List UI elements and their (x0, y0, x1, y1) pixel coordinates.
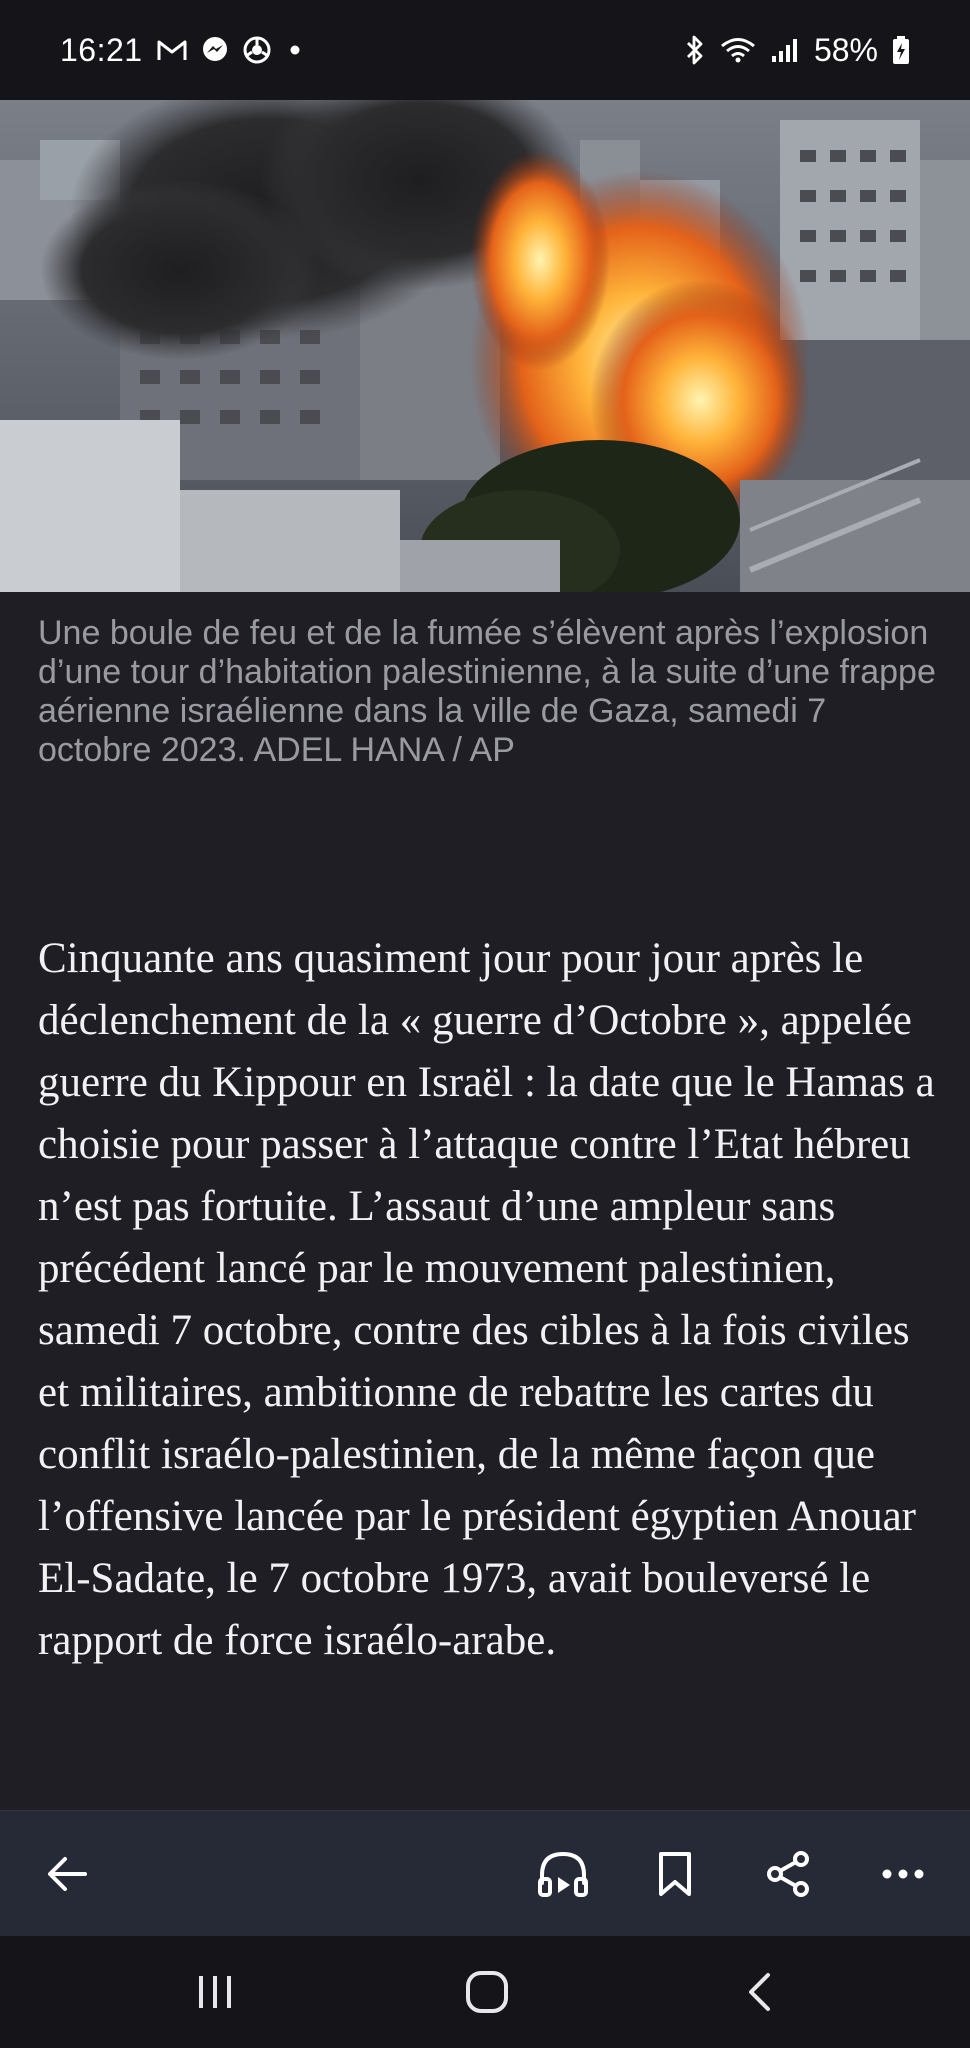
article-paragraph: Cinquante ans quasiment jour pour jour a… (38, 935, 935, 1664)
system-back-button[interactable] (704, 1936, 814, 2048)
status-bar: 16:21 58% (0, 0, 970, 100)
messenger-icon (201, 36, 229, 64)
wifi-icon (720, 36, 756, 64)
system-navigation-bar (0, 1936, 970, 2048)
home-button[interactable] (432, 1936, 542, 2048)
share-button[interactable] (744, 1811, 834, 1937)
gmail-icon (157, 38, 187, 62)
article-toolbar (0, 1810, 970, 1936)
bluetooth-icon (684, 35, 706, 65)
bookmark-icon (659, 1852, 691, 1896)
status-time: 16:21 (60, 31, 143, 68)
dot-icon (285, 40, 305, 60)
recent-apps-icon (199, 1976, 231, 2008)
photo-explosion-gaza (0, 100, 970, 592)
battery-percent: 58% (813, 31, 878, 68)
system-back-icon (749, 1973, 770, 2011)
back-button[interactable] (22, 1811, 112, 1937)
listen-button[interactable] (518, 1811, 608, 1937)
more-icon (882, 1869, 924, 1879)
back-arrow-icon (48, 1857, 87, 1891)
more-options-button[interactable] (858, 1811, 948, 1937)
article-photo[interactable] (0, 100, 970, 592)
share-icon (767, 1851, 809, 1897)
chrome-icon (243, 36, 271, 64)
home-icon (466, 1971, 508, 2013)
signal-icon (770, 36, 800, 64)
listen-audio-icon (538, 1851, 588, 1897)
photo-caption: Une boule de feu et de la fumée s’élèven… (38, 614, 936, 769)
status-right: 58% (684, 32, 910, 69)
battery-charging-icon (892, 35, 910, 65)
recent-apps-button[interactable] (160, 1936, 270, 2048)
status-left: 16:21 (60, 32, 305, 69)
bookmark-button[interactable] (630, 1811, 720, 1937)
